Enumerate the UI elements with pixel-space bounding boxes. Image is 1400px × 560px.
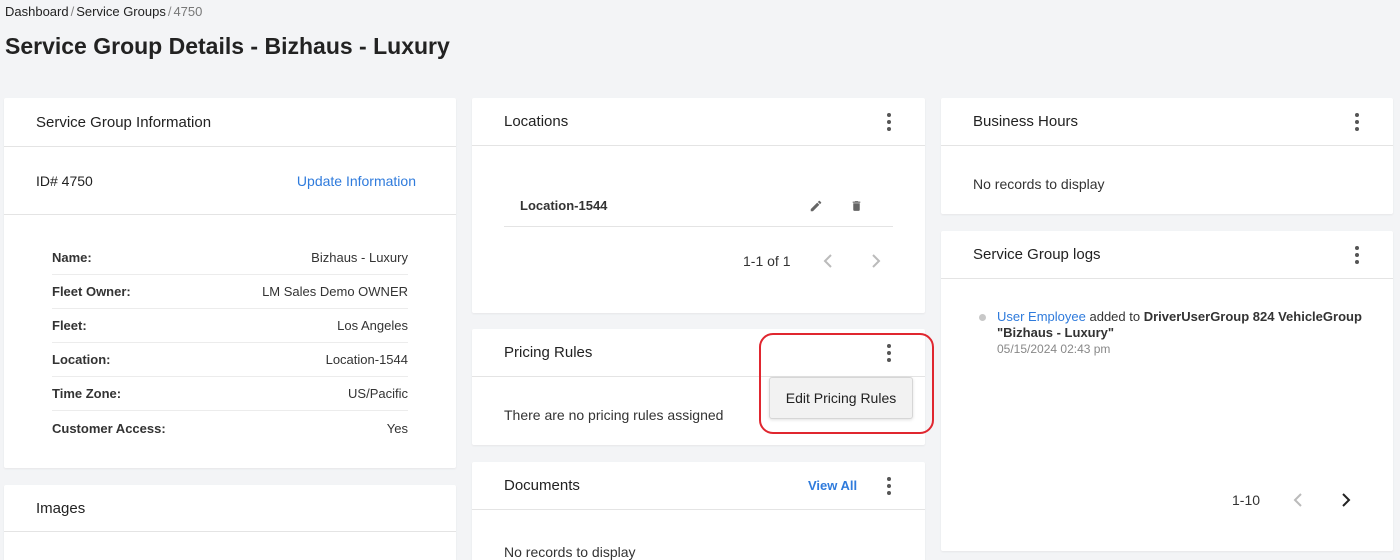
update-information-link[interactable]: Update Information bbox=[297, 173, 416, 189]
card-title: Documents bbox=[504, 477, 580, 494]
detail-value: US/Pacific bbox=[348, 386, 408, 401]
business-hours-card: Business Hours No records to display bbox=[941, 98, 1393, 214]
detail-label: Fleet Owner: bbox=[52, 284, 131, 299]
location-name: Location-1544 bbox=[520, 198, 608, 213]
view-all-link[interactable]: View All bbox=[808, 478, 857, 493]
chevron-right-icon[interactable] bbox=[1336, 490, 1356, 510]
detail-value: Yes bbox=[386, 420, 408, 436]
breadcrumb-dashboard[interactable]: Dashboard bbox=[5, 4, 69, 19]
service-group-id: ID# 4750 bbox=[36, 172, 93, 189]
pager-text: 1-10 bbox=[1232, 492, 1261, 508]
chevron-left-icon[interactable] bbox=[818, 251, 838, 271]
edit-pricing-rules-button[interactable]: Edit Pricing Rules bbox=[769, 377, 913, 419]
chevron-left-icon[interactable] bbox=[1288, 490, 1308, 510]
business-empty-text: No records to display bbox=[973, 176, 1105, 192]
location-row: Location-1544 bbox=[504, 185, 893, 227]
detail-row-location: Location: Location-1544 bbox=[52, 343, 408, 377]
detail-row-fleet-owner: Fleet Owner: LM Sales Demo OWNER bbox=[52, 275, 408, 309]
detail-value: Los Angeles bbox=[337, 318, 408, 333]
breadcrumb-separator: / bbox=[167, 4, 172, 19]
detail-label: Location: bbox=[52, 352, 111, 367]
detail-label: Customer Access: bbox=[52, 420, 166, 436]
detail-row-time-zone: Time Zone: US/Pacific bbox=[52, 377, 408, 411]
locations-pager: 1-1 of 1 bbox=[743, 251, 886, 271]
business-header: Business Hours bbox=[941, 98, 1393, 146]
kebab-menu-icon[interactable] bbox=[1347, 111, 1367, 133]
detail-value: Bizhaus - Luxury bbox=[311, 250, 408, 265]
service-group-logs-card: Service Group logs User Employee added t… bbox=[941, 231, 1393, 551]
card-title: Pricing Rules bbox=[504, 344, 593, 361]
log-action: added to bbox=[1085, 309, 1144, 324]
breadcrumb-separator: / bbox=[70, 4, 75, 19]
trash-icon[interactable] bbox=[846, 196, 866, 216]
images-card: Images bbox=[4, 485, 456, 560]
card-title: Locations bbox=[504, 113, 569, 130]
page-title: Service Group Details - Bizhaus - Luxury bbox=[5, 33, 450, 59]
pricing-empty-text: There are no pricing rules assigned bbox=[504, 407, 724, 423]
detail-value: LM Sales Demo OWNER bbox=[262, 284, 408, 299]
breadcrumb-service-groups[interactable]: Service Groups bbox=[76, 4, 166, 19]
documents-card: Documents View All No records to display bbox=[472, 462, 925, 560]
logs-pager: 1-10 bbox=[1232, 490, 1356, 510]
breadcrumb-current: 4750 bbox=[173, 4, 203, 19]
log-user-link[interactable]: User Employee bbox=[997, 309, 1086, 324]
detail-row-fleet: Fleet: Los Angeles bbox=[52, 309, 408, 343]
id-row: ID# 4750 Update Information bbox=[4, 147, 456, 215]
card-title: Business Hours bbox=[973, 113, 1079, 130]
documents-header: Documents View All bbox=[472, 462, 925, 510]
pricing-header: Pricing Rules bbox=[472, 329, 925, 377]
locations-header: Locations bbox=[472, 98, 925, 146]
documents-empty-text: No records to display bbox=[504, 544, 636, 560]
bullet-icon bbox=[979, 314, 986, 321]
log-entry: User Employee added to DriverUserGroup 8… bbox=[979, 309, 1377, 357]
pencil-icon[interactable] bbox=[806, 196, 826, 216]
card-title: Images bbox=[4, 485, 456, 532]
detail-row-customer-access: Customer Access: Yes bbox=[52, 411, 408, 445]
service-group-info-card: Service Group Information ID# 4750 Updat… bbox=[4, 98, 456, 468]
detail-label: Fleet: bbox=[52, 318, 87, 333]
chevron-right-icon[interactable] bbox=[866, 251, 886, 271]
kebab-menu-icon[interactable] bbox=[1347, 244, 1367, 266]
kebab-menu-icon[interactable] bbox=[879, 111, 899, 133]
card-title: Service Group logs bbox=[973, 246, 1101, 263]
detail-row-name: Name: Bizhaus - Luxury bbox=[52, 241, 408, 275]
detail-label: Name: bbox=[52, 250, 92, 265]
detail-label: Time Zone: bbox=[52, 386, 122, 401]
detail-value: Location-1544 bbox=[325, 352, 408, 367]
kebab-menu-icon[interactable] bbox=[879, 342, 899, 364]
card-title: Service Group Information bbox=[4, 98, 456, 147]
logs-header: Service Group logs bbox=[941, 231, 1393, 279]
pager-text: 1-1 of 1 bbox=[743, 253, 791, 269]
breadcrumb: Dashboard / Service Groups/4750 bbox=[5, 4, 202, 19]
details-list: Name: Bizhaus - Luxury Fleet Owner: LM Sal… bbox=[4, 215, 456, 445]
locations-card: Locations Location-1544 1-1 of 1 bbox=[472, 98, 925, 313]
log-timestamp: 05/15/2024 02:43 pm bbox=[997, 342, 1111, 356]
kebab-menu-icon[interactable] bbox=[879, 475, 899, 497]
